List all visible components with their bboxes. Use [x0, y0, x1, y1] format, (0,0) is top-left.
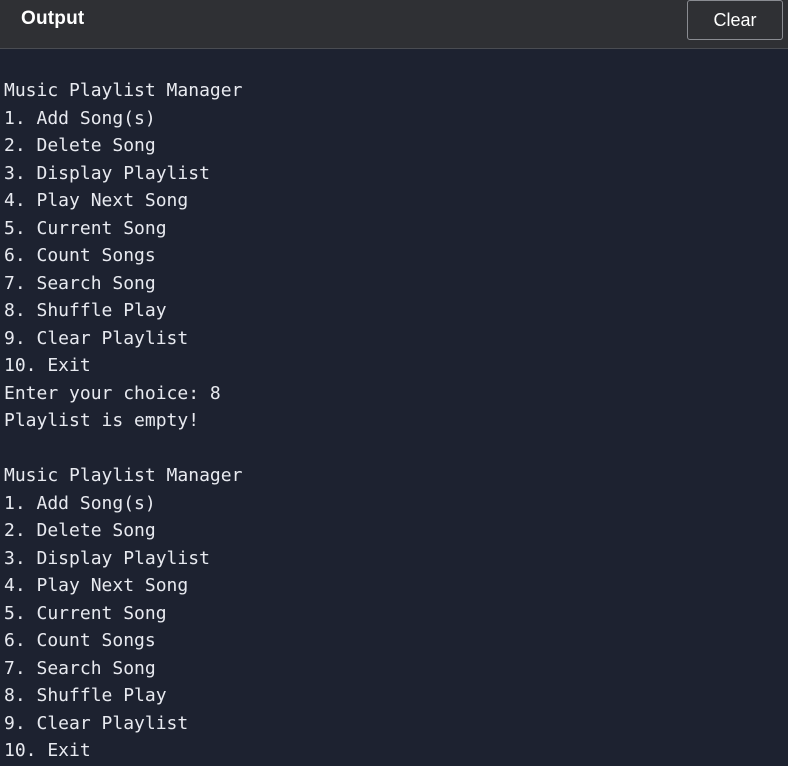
console-line: 7. Search Song — [4, 657, 156, 679]
console-line: 9. Clear Playlist — [4, 712, 189, 734]
console-line: 2. Delete Song — [4, 520, 156, 541]
output-title: Output — [21, 8, 85, 29]
console-line: 9. Clear Playlist — [4, 327, 189, 349]
console-line: 1. Add Song(s) — [4, 107, 156, 129]
clear-button[interactable]: Clear — [687, 0, 783, 40]
console-line: 6. Count Songs — [4, 245, 156, 266]
console-line: Music Playlist Manager — [4, 465, 243, 486]
console-line: Enter your choice: 8 — [4, 382, 221, 404]
console-line: 4. Play Next Song — [4, 190, 189, 211]
console-line: 6. Count Songs — [4, 630, 156, 651]
output-header: Output Clear — [0, 0, 788, 49]
console-line: Playlist is empty! — [4, 410, 200, 431]
console-line: 4. Play Next Song — [4, 575, 189, 596]
console-output: Music Playlist Manager 1. Add Song(s) 2. D… — [0, 49, 788, 766]
console-line: 2. Delete Song — [4, 135, 156, 156]
console-line: 8. Shuffle Play — [4, 685, 167, 706]
console-line: 7. Search Song — [4, 272, 156, 294]
console-line: 5. Current Song — [4, 602, 167, 624]
console-line: Music Playlist Manager — [4, 80, 243, 101]
console-line: 3. Display Playlist — [4, 547, 210, 569]
console-line: 8. Shuffle Play — [4, 300, 167, 321]
console-line: 3. Display Playlist — [4, 162, 210, 184]
output-panel: Output Clear Music Playlist Manager 1. Ad… — [0, 0, 788, 766]
console-line: 10. Exit — [4, 355, 91, 376]
console-line: 5. Current Song — [4, 217, 167, 239]
console-line: 10. Exit — [4, 740, 91, 761]
console-line: 1. Add Song(s) — [4, 492, 156, 514]
